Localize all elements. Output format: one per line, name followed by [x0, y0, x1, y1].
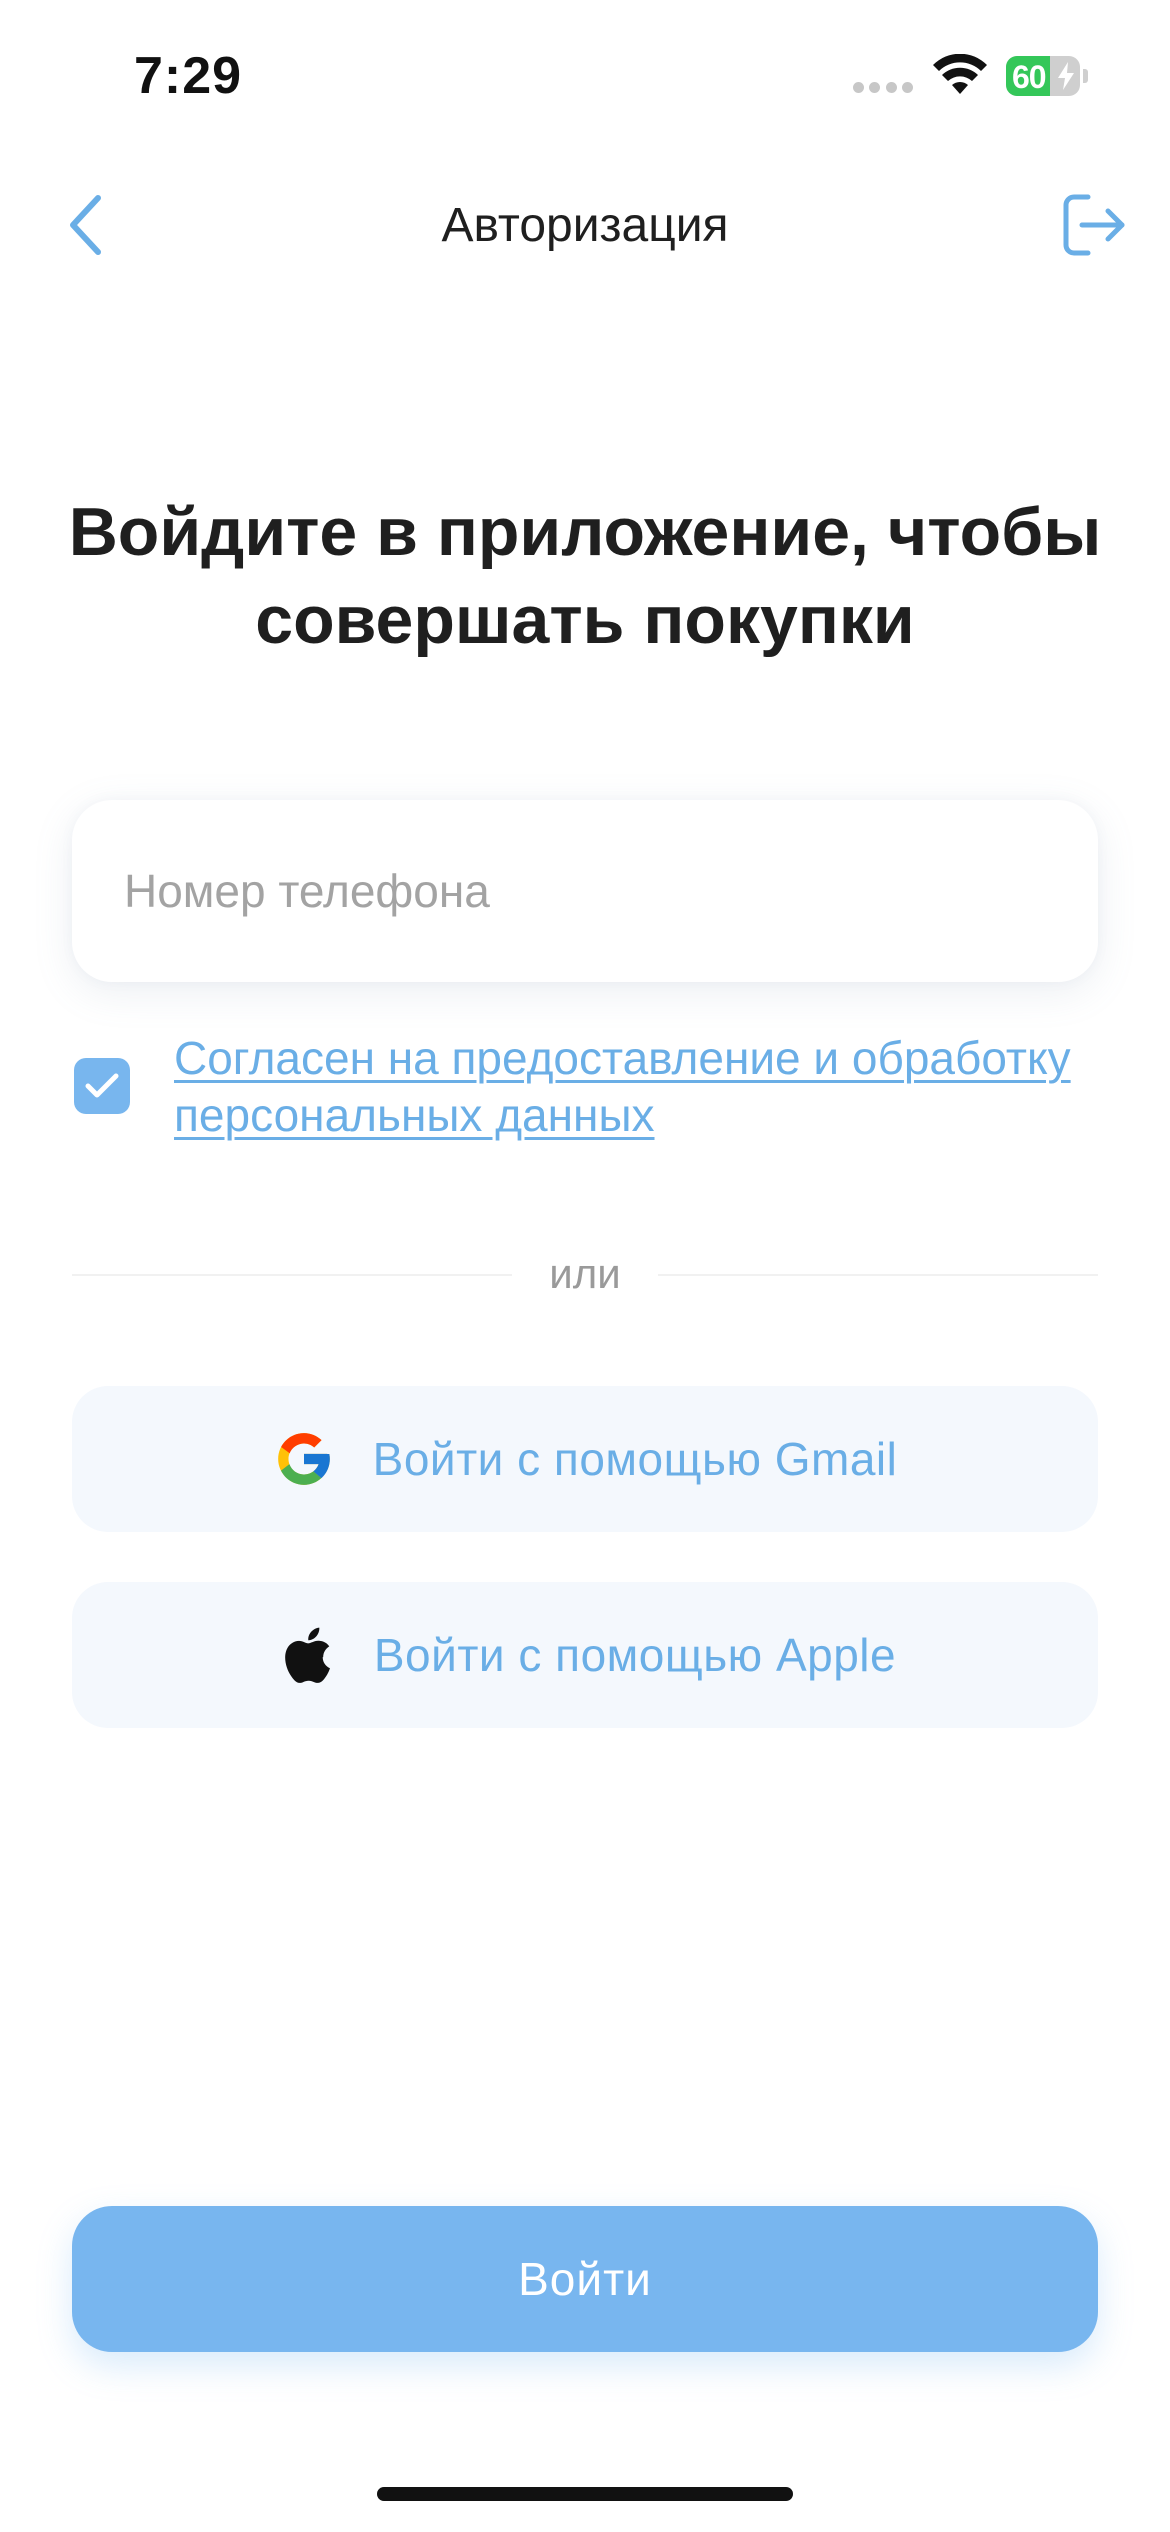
home-indicator — [377, 2487, 793, 2501]
battery-icon: 60 — [1006, 56, 1088, 96]
divider-line-right — [658, 1274, 1098, 1276]
gmail-login-button[interactable]: Войти с помощью Gmail — [72, 1386, 1098, 1532]
apple-login-label: Войти с помощью Apple — [373, 1629, 897, 1681]
wifi-icon — [933, 54, 987, 94]
page-title: Авторизация — [441, 199, 729, 252]
or-divider: или — [72, 1240, 1098, 1310]
logout-icon — [1063, 194, 1125, 256]
charging-bolt-icon — [1058, 62, 1074, 90]
nav-header: Авторизация — [0, 180, 1170, 270]
status-time: 7:29 — [134, 47, 243, 105]
auth-headline: Войдите в приложение, чтобы совершать по… — [68, 494, 1102, 658]
login-button[interactable]: Войти — [72, 2206, 1098, 2352]
logout-button[interactable] — [1055, 190, 1135, 260]
auth-screen: 7:29 60 Авторизация Войдите в приложение… — [0, 0, 1170, 2532]
phone-input-container — [72, 800, 1098, 982]
status-bar: 7:29 60 — [0, 40, 1170, 120]
apple-icon — [274, 1624, 336, 1686]
cellular-signal-icon — [853, 82, 913, 94]
battery-level: 60 — [1012, 59, 1047, 95]
phone-input[interactable] — [72, 800, 1098, 982]
consent-row: Согласен на предоставление и обработку п… — [74, 1028, 1104, 1158]
gmail-login-label: Войти с помощью Gmail — [372, 1433, 898, 1485]
google-icon — [273, 1428, 335, 1490]
checkmark-icon — [85, 1073, 119, 1098]
consent-checkbox[interactable] — [74, 1058, 130, 1114]
apple-login-button[interactable]: Войти с помощью Apple — [72, 1582, 1098, 1728]
consent-link[interactable]: Согласен на предоставление и обработку п… — [174, 1030, 1074, 1144]
